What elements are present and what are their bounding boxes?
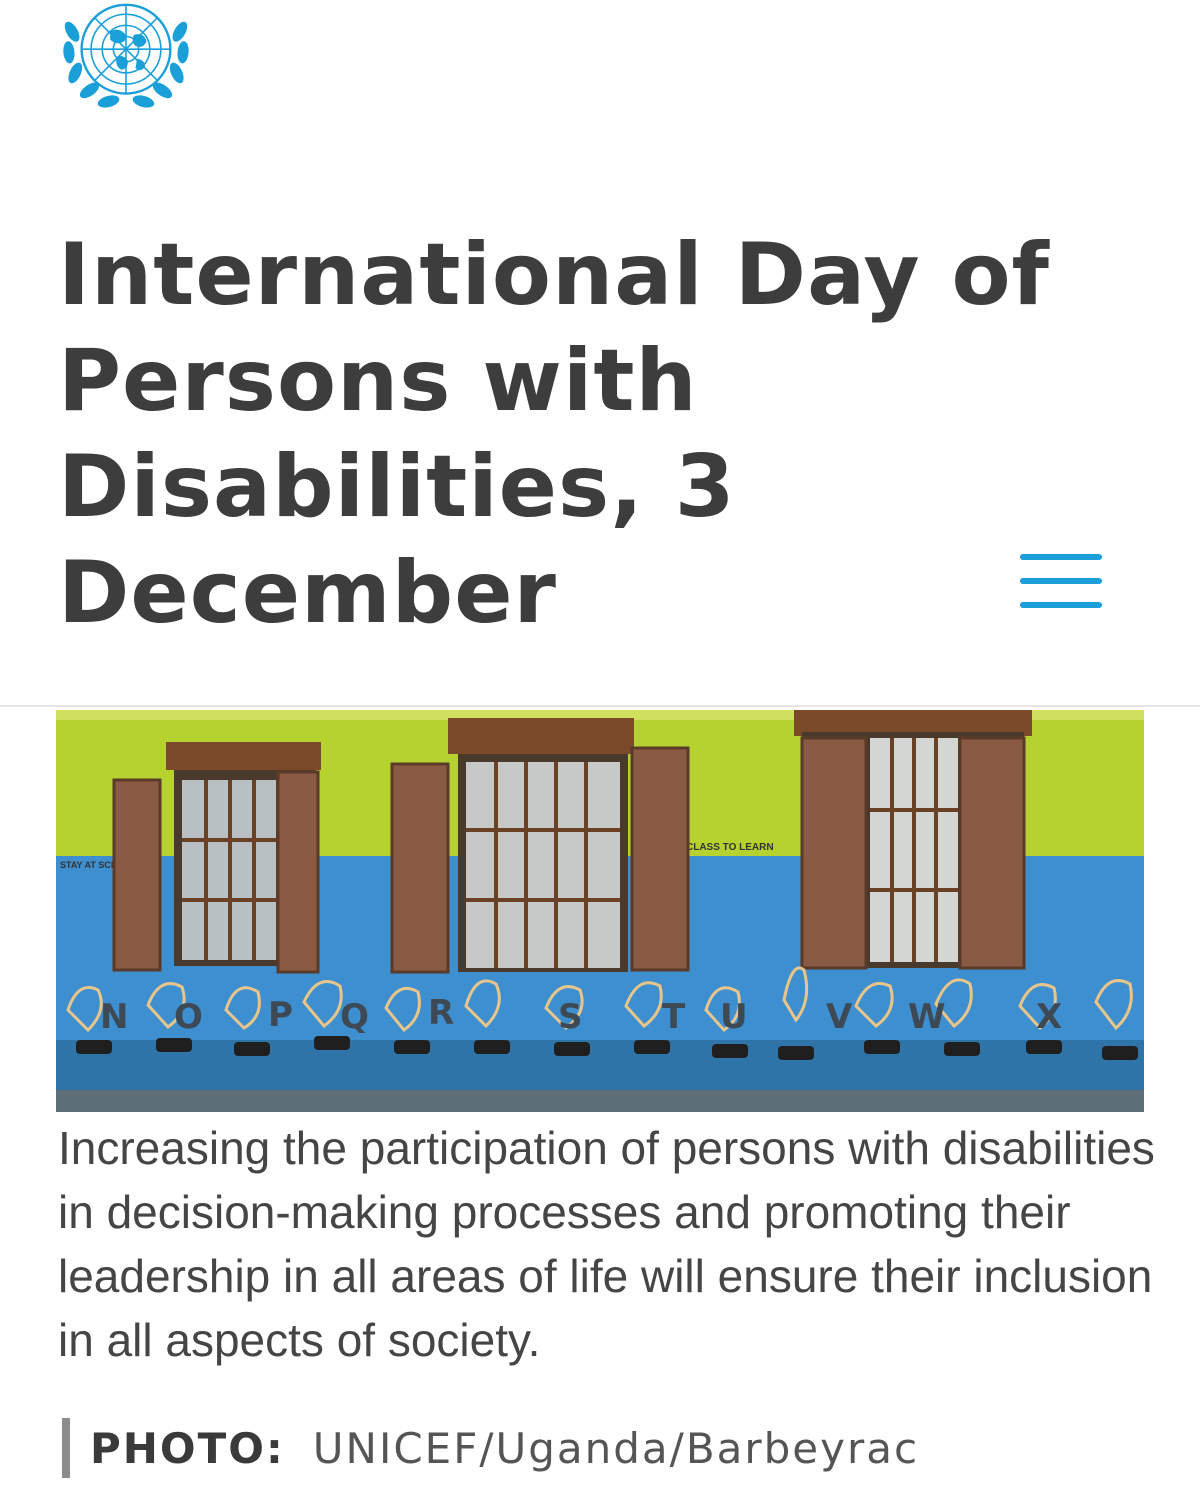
- mural-letter: R: [428, 993, 454, 1033]
- mural-letter: S: [558, 997, 583, 1037]
- photo-caption: Increasing the participation of persons …: [58, 1122, 1155, 1366]
- photo-credit-value: UNICEF/Uganda/Barbeyrac: [312, 1423, 920, 1473]
- hero-photo: STAY AT SCHOOL CLASS TO LEARN N O P Q R …: [56, 710, 1144, 1112]
- mural-letter: U: [720, 997, 748, 1037]
- header-divider: [0, 705, 1200, 707]
- mural-letter: O: [174, 997, 203, 1037]
- menu-button[interactable]: [1014, 552, 1108, 614]
- page-title: International Day of Persons with Disabi…: [58, 225, 1050, 643]
- un-emblem-icon: [63, 3, 189, 108]
- photo-credit: PHOTO: UNICEF/Uganda/Barbeyrac: [62, 1418, 919, 1478]
- window-3: [794, 710, 1032, 970]
- mural-letter: X: [1036, 997, 1062, 1037]
- photo-credit-label: PHOTO:: [90, 1423, 285, 1473]
- mural-letter: N: [100, 997, 128, 1037]
- mural-letter: P: [268, 995, 293, 1035]
- mural-letter: T: [662, 997, 686, 1037]
- mural-letter: Q: [340, 997, 369, 1037]
- un-emblem-logo[interactable]: [44, 0, 208, 130]
- wall-sign-right: CLASS TO LEARN: [686, 842, 774, 853]
- mural-letter: V: [826, 997, 853, 1037]
- mural-letter: W: [908, 997, 946, 1037]
